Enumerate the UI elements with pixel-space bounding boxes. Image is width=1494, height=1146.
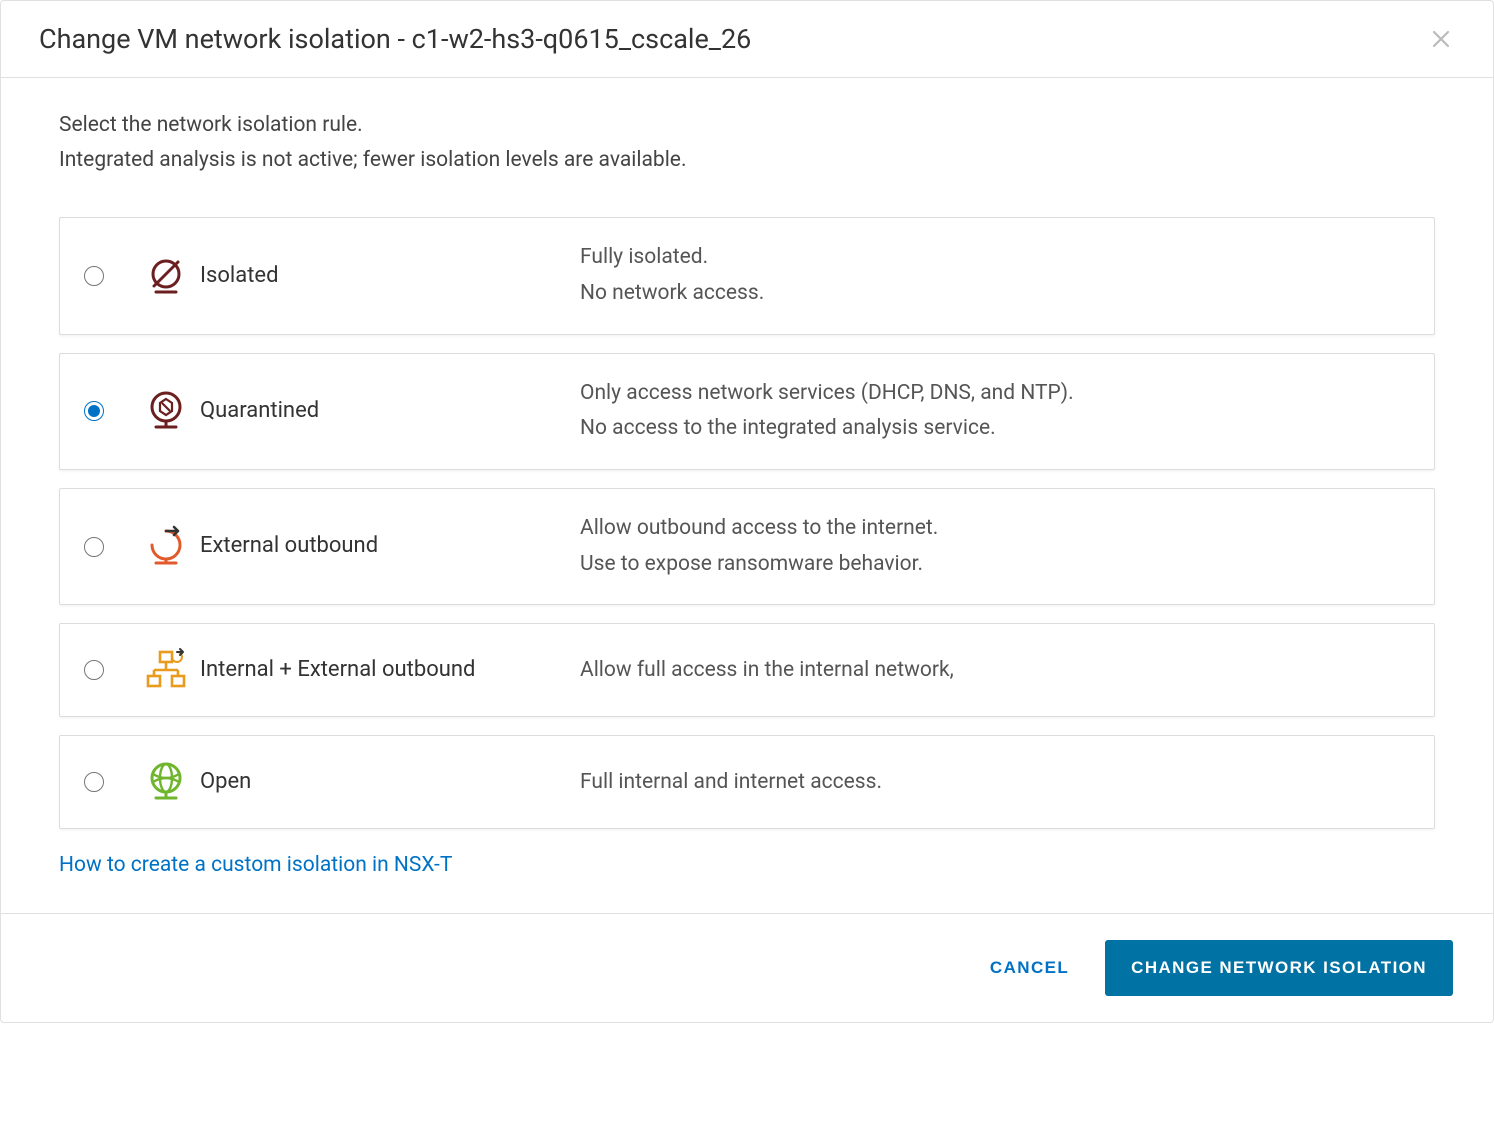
- option-internal-external[interactable]: Internal + External outbound Allow full …: [59, 623, 1435, 717]
- radio-wrap: [84, 266, 132, 286]
- radio-internal-external[interactable]: [84, 660, 104, 680]
- close-button[interactable]: [1427, 25, 1455, 53]
- option-label: Isolated: [200, 261, 580, 292]
- option-quarantined[interactable]: Quarantined Only access network services…: [59, 353, 1435, 470]
- radio-isolated[interactable]: [84, 266, 104, 286]
- option-description: Allow outbound access to the internet. U…: [580, 511, 1410, 582]
- instruction-line: Select the network isolation rule.: [59, 108, 1435, 143]
- isolation-options: Isolated Fully isolated. No network acce…: [59, 217, 1435, 829]
- option-description: Allow full access in the internal networ…: [580, 653, 1410, 689]
- modal-body: Select the network isolation rule. Integ…: [1, 78, 1493, 913]
- radio-wrap: [84, 537, 132, 557]
- option-label: Internal + External outbound: [200, 655, 580, 686]
- option-description: Only access network services (DHCP, DNS,…: [580, 376, 1410, 447]
- isolated-icon: [132, 252, 200, 300]
- quarantined-icon: [132, 387, 200, 435]
- option-label: Open: [200, 767, 580, 798]
- instruction-line: Integrated analysis is not active; fewer…: [59, 143, 1435, 178]
- radio-quarantined[interactable]: [84, 401, 104, 421]
- option-label: Quarantined: [200, 396, 580, 427]
- help-link-custom-isolation[interactable]: How to create a custom isolation in NSX-…: [59, 853, 452, 877]
- change-vm-isolation-modal: Change VM network isolation - c1-w2-hs3-…: [0, 0, 1494, 1023]
- open-icon: [132, 758, 200, 806]
- radio-open[interactable]: [84, 772, 104, 792]
- instruction-text: Select the network isolation rule. Integ…: [59, 108, 1435, 177]
- modal-header: Change VM network isolation - c1-w2-hs3-…: [1, 1, 1493, 78]
- cancel-button[interactable]: CANCEL: [982, 944, 1077, 992]
- change-network-isolation-button[interactable]: CHANGE NETWORK ISOLATION: [1105, 940, 1453, 996]
- option-isolated[interactable]: Isolated Fully isolated. No network acce…: [59, 217, 1435, 334]
- external-outbound-icon: [132, 523, 200, 571]
- internal-external-icon: [132, 646, 200, 694]
- modal-footer: CANCEL CHANGE NETWORK ISOLATION: [1, 913, 1493, 1022]
- modal-title: Change VM network isolation - c1-w2-hs3-…: [39, 23, 751, 55]
- option-open[interactable]: Open Full internal and internet access.: [59, 735, 1435, 829]
- option-external-outbound[interactable]: External outbound Allow outbound access …: [59, 488, 1435, 605]
- option-description: Fully isolated. No network access.: [580, 240, 1410, 311]
- option-label: External outbound: [200, 531, 580, 562]
- option-description: Full internal and internet access.: [580, 765, 1410, 801]
- radio-wrap: [84, 401, 132, 421]
- radio-wrap: [84, 772, 132, 792]
- radio-external-outbound[interactable]: [84, 537, 104, 557]
- close-icon: [1431, 29, 1451, 49]
- radio-wrap: [84, 660, 132, 680]
